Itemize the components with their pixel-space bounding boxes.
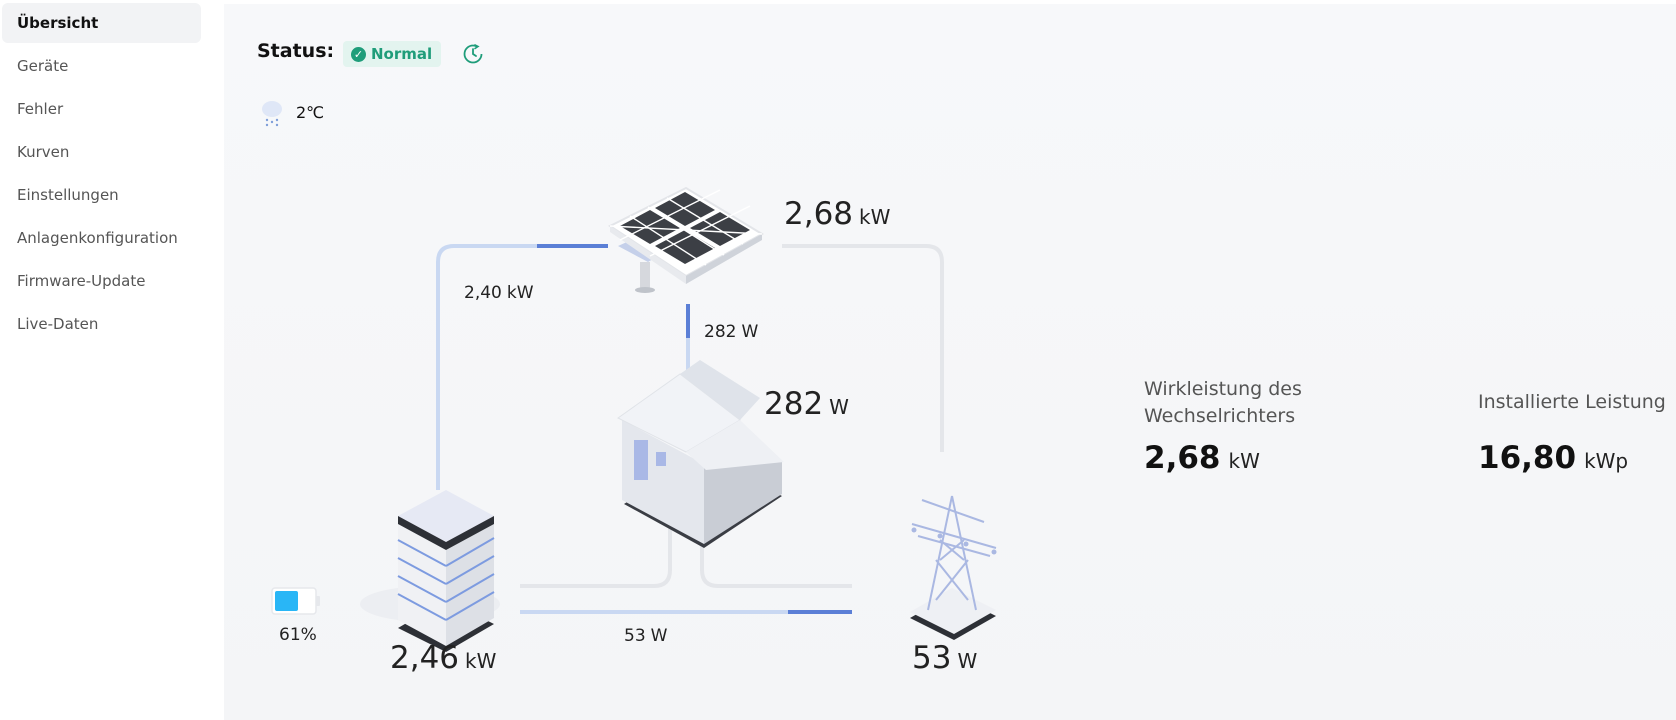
inverter-power-label: Wirkleistung des Wechselrichters xyxy=(1144,378,1302,427)
pv-to-battery-flow: 2,40 kW xyxy=(464,283,534,303)
house-icon xyxy=(617,360,784,548)
battery-power: 2,46 kW xyxy=(390,640,497,676)
installed-power-label: Installierte Leistung xyxy=(1478,391,1666,413)
battery-soc: 61% xyxy=(279,625,317,645)
installed-power-value: 16,80 kWp xyxy=(1478,440,1629,476)
grid-power: 53 W xyxy=(912,640,978,676)
pv-to-house-flow: 282 W xyxy=(704,322,759,342)
battery-to-grid-flow: 53 W xyxy=(624,626,668,646)
pv-power: 2,68 kW xyxy=(784,196,891,232)
solar-panel-icon xyxy=(608,186,764,293)
house-consumption: 282 W xyxy=(764,386,849,422)
battery-storage-icon xyxy=(360,490,500,652)
power-grid-tower-icon xyxy=(910,495,997,640)
energy-flow-diagram xyxy=(271,186,997,652)
inverter-power-value: 2,68 kW xyxy=(1144,440,1260,476)
battery-level-icon xyxy=(271,587,320,615)
